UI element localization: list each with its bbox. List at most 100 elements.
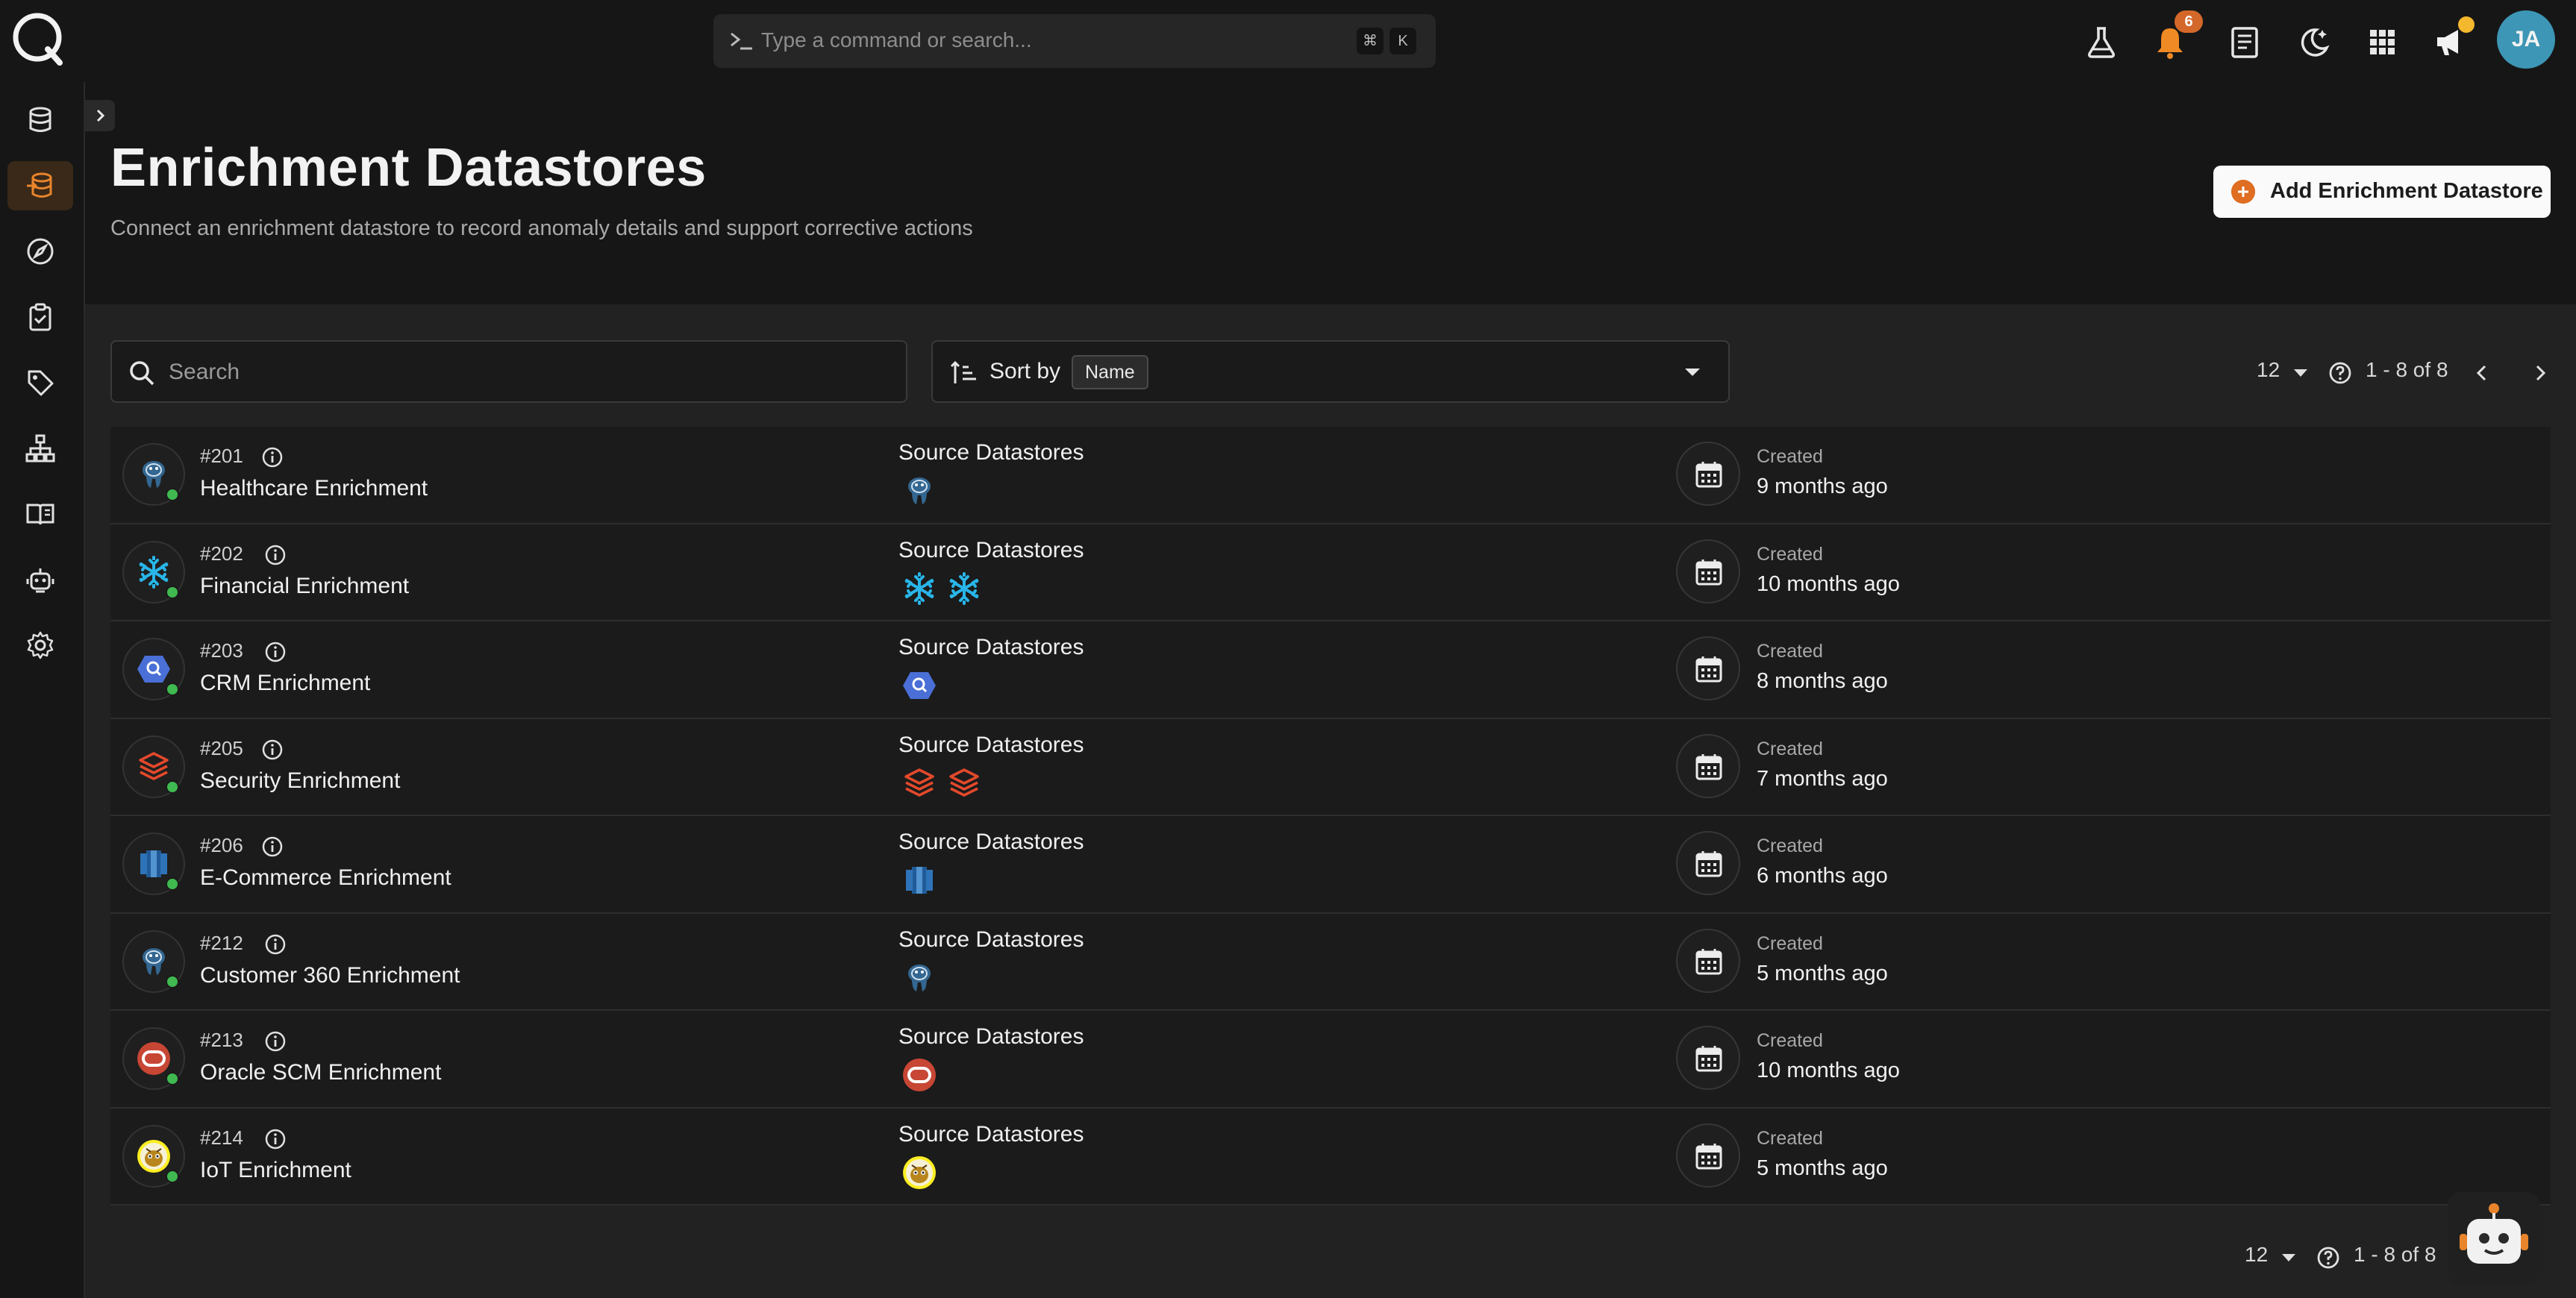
table-row[interactable]: #213 Oracle SCM Enrichment Source Datastor… [110, 1011, 2551, 1109]
info-icon[interactable] [261, 739, 284, 761]
chevron-left-icon[interactable] [2470, 361, 2494, 385]
sidebar-item-enrichment[interactable] [7, 161, 73, 210]
info-icon[interactable] [261, 446, 284, 468]
sort-ascending-icon [950, 360, 976, 383]
table-row[interactable]: #205 Security Enrichment Source Datastores… [110, 718, 2551, 816]
robot-assistant-icon [2460, 1203, 2528, 1264]
datastore-name[interactable]: IoT Enrichment [200, 1158, 351, 1183]
info-icon[interactable] [264, 1128, 287, 1150]
user-avatar[interactable]: JA [2497, 10, 2555, 69]
sidebar-item-library[interactable] [7, 489, 73, 539]
sidebar-item-settings[interactable] [7, 621, 73, 670]
sort-select[interactable]: Sort by Name [931, 340, 1730, 403]
announcement-dot [2458, 16, 2475, 33]
chevron-right-icon [96, 109, 105, 122]
datastore-name[interactable]: Customer 360 Enrichment [200, 963, 460, 988]
created-label: Created [1757, 1030, 1823, 1051]
datastore-id: #206 [200, 834, 243, 856]
sidebar-item-datastores[interactable] [7, 95, 73, 145]
clipboard-check-icon [29, 303, 51, 331]
created-value: 10 months ago [1757, 1059, 1900, 1082]
table-row[interactable]: #214 IoT Enrichment Source Datastores Creat… [110, 1108, 2551, 1205]
source-datastores-label: Source Datastores [898, 732, 1084, 757]
databricks-icon [949, 768, 979, 797]
table-row[interactable]: #202 Financial Enrichment Source Datastore… [110, 524, 2551, 621]
sidebar-item-hierarchy[interactable] [7, 424, 73, 473]
moon-icon[interactable] [2294, 22, 2333, 61]
created-date-badge [1676, 636, 1740, 700]
robot-icon [26, 568, 54, 593]
pagination-bottom: 12 1 - 8 of 8 [2234, 1243, 2458, 1273]
created-label: Created [1757, 641, 1823, 662]
document-icon[interactable] [2225, 22, 2264, 61]
chevron-right-icon[interactable] [2528, 361, 2552, 385]
created-value: 8 months ago [1757, 669, 1888, 693]
calendar-icon [1695, 1046, 1722, 1072]
created-date-badge [1676, 1026, 1740, 1090]
app-logo[interactable] [10, 10, 67, 67]
created-value: 6 months ago [1757, 864, 1888, 888]
databricks-icon [904, 768, 934, 797]
datastore-id: #202 [200, 542, 243, 565]
info-icon[interactable] [264, 544, 287, 566]
assistant-bot-button[interactable] [2448, 1192, 2540, 1285]
help-circle-icon[interactable] [2328, 361, 2352, 385]
gear-icon [27, 631, 54, 659]
status-online-dot [166, 488, 179, 501]
source-datastores-label: Source Datastores [898, 927, 1084, 952]
datastore-name[interactable]: CRM Enrichment [200, 671, 370, 696]
bigquery-icon [903, 672, 936, 699]
page-size-select[interactable]: 12 [2245, 1243, 2268, 1267]
source-datastores-label: Source Datastores [898, 830, 1084, 854]
source-datastores-label: Source Datastores [898, 537, 1084, 562]
page-range: 1 - 8 of 8 [2366, 358, 2448, 381]
datastore-name[interactable]: E-Commerce Enrichment [200, 865, 451, 891]
sidebar-item-tags[interactable] [7, 358, 73, 407]
add-enrichment-datastore-button[interactable]: Add Enrichment Datastore [2213, 166, 2551, 218]
created-value: 5 months ago [1757, 961, 1888, 985]
sidebar-item-checks[interactable] [7, 292, 73, 342]
info-icon[interactable] [264, 933, 287, 956]
sidebar-item-agents[interactable] [7, 555, 73, 604]
top-bar: Type a command or search... ⌘ K 6 JA [0, 0, 2576, 82]
shortcut-key-k: K [1389, 28, 1416, 54]
postgres-icon [908, 964, 931, 991]
table-row[interactable]: #201 Healthcare Enrichment Source Datastor… [110, 427, 2551, 524]
chevron-down-icon[interactable] [2280, 1252, 2297, 1264]
sidebar-expand-toggle[interactable] [85, 100, 115, 131]
page-size-select[interactable]: 12 [2257, 358, 2280, 382]
source-datastores-label: Source Datastores [898, 440, 1084, 465]
table-row[interactable]: #206 E-Commerce Enrichment Source Datastor… [110, 816, 2551, 914]
source-datastores-label: Source Datastores [898, 635, 1084, 659]
datastore-name[interactable]: Oracle SCM Enrichment [200, 1060, 441, 1085]
terminal-prompt-icon [731, 32, 752, 50]
created-label: Created [1757, 1127, 1823, 1149]
databricks-icon [139, 751, 169, 780]
shortcut-key-cmd: ⌘ [1357, 28, 1384, 54]
status-online-dot [166, 683, 179, 696]
status-online-dot [166, 877, 179, 891]
oracle-icon [903, 1059, 936, 1091]
info-icon[interactable] [264, 1030, 287, 1053]
created-date-badge [1676, 928, 1740, 993]
search-input[interactable]: Search [110, 340, 907, 403]
command-search[interactable]: Type a command or search... ⌘ K [713, 14, 1436, 68]
chevron-down-icon[interactable] [2292, 367, 2309, 379]
datastore-id: #213 [200, 1029, 243, 1051]
plus-circle-icon [2231, 180, 2255, 204]
info-icon[interactable] [261, 835, 284, 858]
table-row[interactable]: #212 Customer 360 Enrichment Source Datast… [110, 913, 2551, 1011]
help-circle-icon[interactable] [2316, 1246, 2340, 1270]
datastore-name[interactable]: Financial Enrichment [200, 574, 409, 599]
info-icon[interactable] [264, 641, 287, 663]
created-date-badge [1676, 539, 1740, 603]
created-label: Created [1757, 932, 1823, 954]
table-row[interactable]: #203 CRM Enrichment Source Datastores Creat… [110, 621, 2551, 719]
flask-icon[interactable] [2082, 22, 2121, 61]
apps-grid-icon[interactable] [2363, 22, 2401, 61]
datastore-name[interactable]: Security Enrichment [200, 768, 400, 794]
datastore-name[interactable]: Healthcare Enrichment [200, 476, 428, 501]
sidebar-item-explore[interactable] [7, 227, 73, 276]
sort-label: Sort by [990, 359, 1061, 383]
created-label: Created [1757, 446, 1823, 467]
